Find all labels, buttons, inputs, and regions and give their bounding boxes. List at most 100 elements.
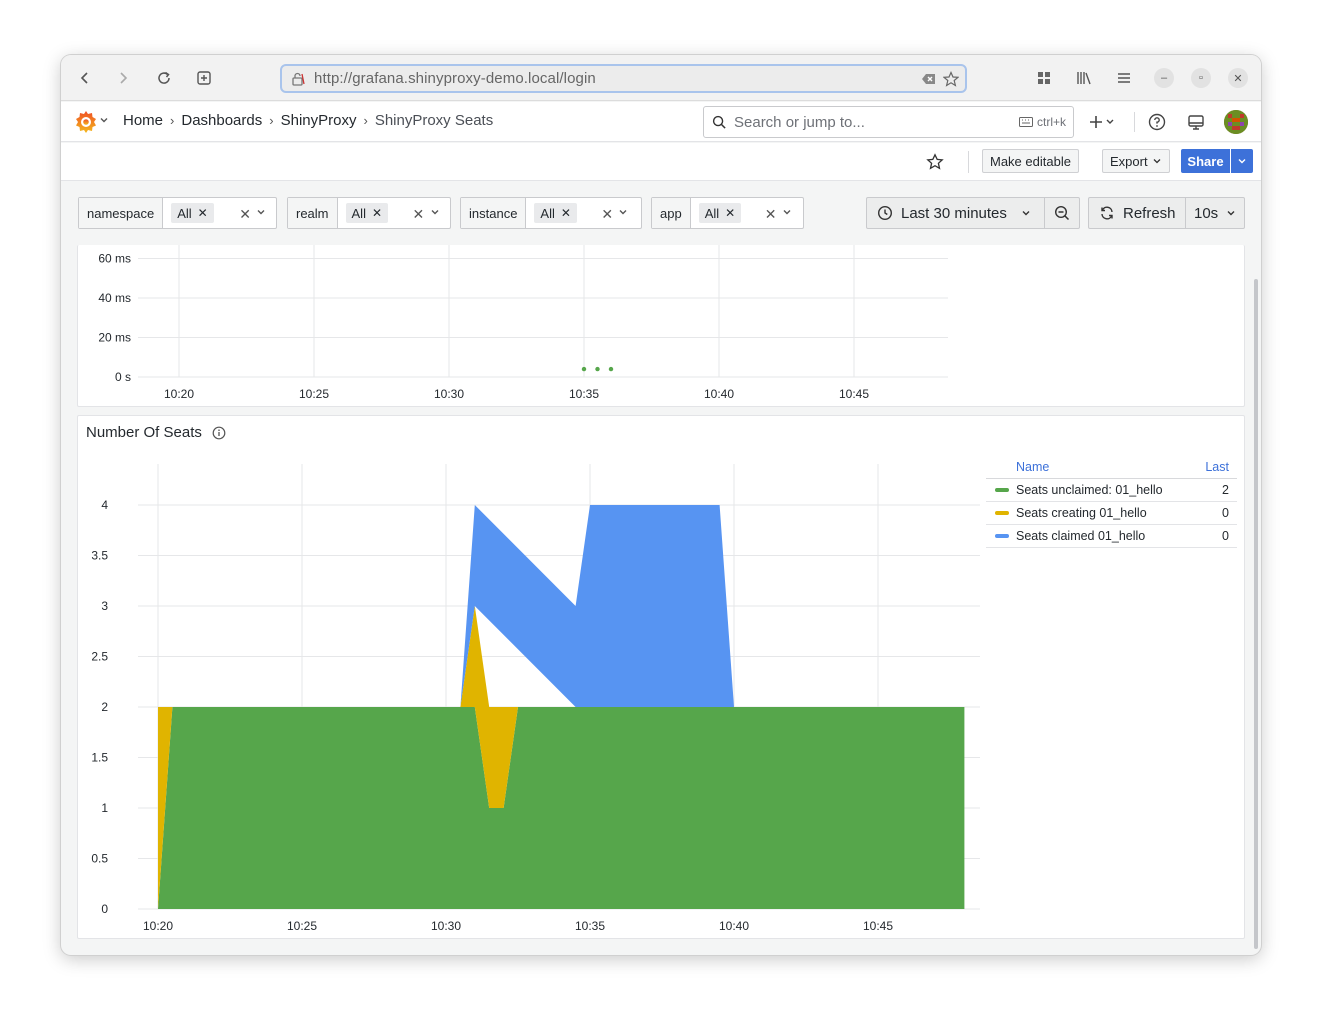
remove-value-icon[interactable]: ✕ (561, 206, 571, 220)
clear-icon[interactable]: ✕ (765, 206, 777, 223)
series-area-seats-claimed (460, 505, 734, 707)
minimize-icon[interactable]: – (1154, 68, 1174, 88)
make-editable-button[interactable]: Make editable (982, 149, 1079, 173)
clear-icon[interactable]: ✕ (239, 206, 251, 223)
x-tick-label: 10:35 (569, 387, 599, 401)
url-bar[interactable]: http://grafana.shinyproxy-demo.local/log… (280, 64, 967, 93)
variable-label: instance (461, 198, 527, 228)
maximize-icon[interactable]: ▫ (1191, 68, 1211, 88)
variable-value-chip: All ✕ (345, 203, 389, 223)
seats-panel: Number Of Seats 0 0.5 1 1.5 2 2.5 3 3.5 4 10:20 10… (77, 415, 1245, 939)
breadcrumb-shinyproxy[interactable]: ShinyProxy (281, 112, 357, 129)
legend-item-last: 2 (1222, 483, 1229, 497)
variable-namespace[interactable]: namespace All ✕ ✕ (78, 197, 277, 229)
new-tab-icon[interactable] (192, 66, 216, 90)
share-button[interactable]: Share (1181, 149, 1230, 173)
avatar[interactable] (1224, 110, 1248, 134)
share-label: Share (1187, 153, 1224, 169)
legend-item-last: 0 (1222, 529, 1229, 543)
library-icon[interactable] (1072, 66, 1096, 90)
y-tick-label: 0 (101, 902, 108, 916)
search-icon (712, 115, 726, 129)
variable-instance[interactable]: instance All ✕ ✕ (460, 197, 642, 229)
clear-icon[interactable]: ✕ (413, 206, 425, 223)
legend-item[interactable]: Seats unclaimed: 01_hello 2 (986, 479, 1237, 502)
legend-swatch (995, 534, 1009, 538)
export-button[interactable]: Export (1102, 149, 1170, 173)
breadcrumb-home[interactable]: Home (123, 112, 163, 129)
x-tick-label: 10:25 (287, 919, 317, 933)
extensions-grid-icon[interactable] (1032, 66, 1056, 90)
chevron-right-icon: › (363, 113, 368, 128)
legend-swatch (995, 511, 1009, 515)
variable-label: namespace (79, 198, 164, 228)
legend-item-name: Seats creating 01_hello (1016, 506, 1147, 520)
remove-value-icon[interactable]: ✕ (198, 206, 208, 220)
refresh-picker[interactable]: Refresh 10s (1088, 197, 1245, 229)
time-range-picker[interactable]: Last 30 minutes (866, 197, 1080, 229)
divider (968, 151, 969, 173)
search-input[interactable]: Search or jump to... ctrl+k (703, 106, 1074, 138)
x-tick-label: 10:20 (164, 387, 194, 401)
breadcrumb-dashboards[interactable]: Dashboards (181, 112, 262, 129)
divider (1134, 112, 1135, 132)
reload-icon[interactable] (152, 66, 176, 90)
x-tick-label: 10:35 (575, 919, 605, 933)
chevron-down-icon[interactable] (782, 207, 792, 217)
add-new-button[interactable] (1087, 112, 1119, 132)
scrollbar[interactable] (1254, 279, 1258, 949)
refresh-interval-value: 10s (1194, 204, 1219, 222)
x-tick-label: 10:40 (704, 387, 734, 401)
bookmark-star-icon[interactable] (943, 71, 959, 87)
favorite-star-icon[interactable] (925, 152, 945, 172)
browser-toolbar: http://grafana.shinyproxy-demo.local/log… (61, 55, 1261, 101)
y-tick-label: 1 (101, 801, 108, 815)
remove-value-icon[interactable]: ✕ (725, 206, 735, 220)
x-tick-label: 10:30 (434, 387, 464, 401)
data-point (595, 366, 600, 372)
zoom-out-icon (1055, 205, 1070, 221)
back-icon[interactable] (73, 66, 97, 90)
chevron-down-icon[interactable] (99, 115, 109, 125)
remove-value-icon[interactable]: ✕ (372, 206, 382, 220)
legend-item-last: 0 (1222, 506, 1229, 520)
search-shortcut: ctrl+k (1018, 115, 1066, 129)
grafana-logo-icon[interactable] (73, 109, 99, 135)
legend-item-name: Seats claimed 01_hello (1016, 529, 1146, 543)
chevron-down-icon[interactable] (256, 207, 266, 217)
legend-item[interactable]: Seats claimed 01_hello 0 (986, 525, 1237, 548)
menu-icon[interactable] (1112, 66, 1136, 90)
x-tick-label: 10:30 (431, 919, 461, 933)
share-dropdown-button[interactable] (1231, 149, 1253, 173)
data-point (581, 366, 587, 372)
close-icon[interactable]: ✕ (1228, 68, 1248, 88)
y-tick-label: 2.5 (91, 650, 108, 664)
breadcrumb: Home › Dashboards › ShinyProxy › ShinyPr… (123, 112, 493, 129)
x-tick-label: 10:45 (839, 387, 869, 401)
legend-item[interactable]: Seats creating 01_hello 0 (986, 502, 1237, 525)
y-tick-label: 1.5 (91, 751, 108, 765)
x-tick-label: 10:20 (143, 919, 173, 933)
legend-header: Name Last (986, 456, 1237, 479)
chevron-down-icon[interactable] (430, 207, 440, 217)
refresh-button[interactable]: Refresh (1089, 198, 1186, 228)
variable-realm[interactable]: realm All ✕ ✕ (287, 197, 451, 229)
refresh-icon (1101, 206, 1113, 220)
kiosk-mode-icon[interactable] (1186, 112, 1206, 132)
zoom-out-button[interactable] (1045, 205, 1079, 221)
help-icon[interactable] (1147, 112, 1167, 132)
chevron-down-icon[interactable] (618, 207, 628, 217)
clear-icon[interactable]: ✕ (601, 206, 613, 223)
legend-header-name[interactable]: Name (986, 460, 1197, 474)
forward-icon[interactable] (111, 66, 135, 90)
legend-item-name: Seats unclaimed: 01_hello (1016, 483, 1163, 497)
y-tick-label: 0 s (115, 370, 131, 384)
refresh-interval-select[interactable]: 10s (1186, 205, 1236, 222)
search-shortcut-text: ctrl+k (1036, 115, 1066, 129)
insecure-lock-icon (292, 72, 305, 86)
seats-legend: Name Last Seats unclaimed: 01_hello 2 Se… (986, 456, 1237, 548)
clear-url-icon[interactable] (921, 71, 937, 87)
variable-app[interactable]: app All ✕ ✕ (651, 197, 804, 229)
y-tick-label: 20 ms (98, 331, 131, 345)
legend-header-last[interactable]: Last (1197, 460, 1237, 474)
